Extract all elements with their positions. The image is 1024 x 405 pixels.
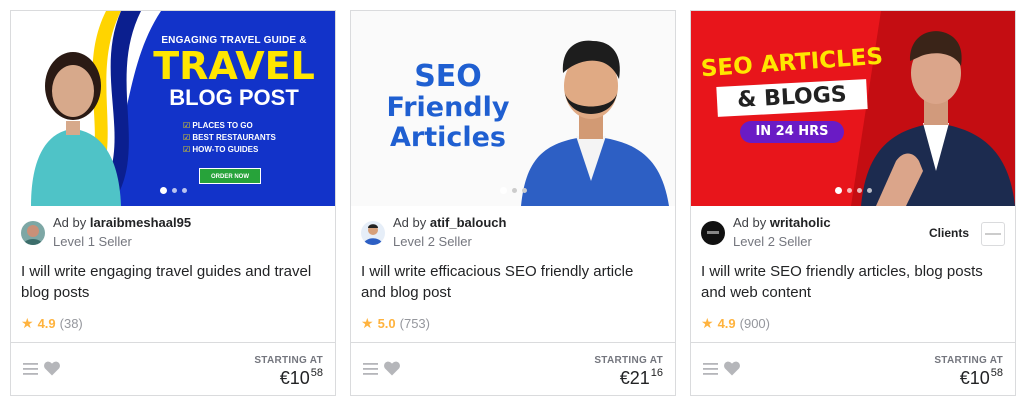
heart-icon[interactable] — [384, 361, 400, 376]
carousel-dots[interactable] — [11, 187, 335, 194]
banner-subheadline: & BLOGS — [736, 82, 848, 113]
banner-text: SEO ARTICLES & BLOGS IN 24 HRS — [697, 44, 887, 143]
banner-headline: SEO ARTICLES — [700, 43, 884, 83]
seller-level: Level 2 Seller — [393, 234, 472, 249]
ad-line: Ad by laraibmeshaal95 — [53, 215, 191, 230]
price-cents: 16 — [650, 367, 663, 379]
card-footer: STARTING AT €2116 — [351, 342, 675, 395]
card-footer: STARTING AT €1058 — [11, 342, 335, 395]
carousel-dot[interactable] — [866, 188, 872, 193]
banner-subheadline: Articles — [389, 122, 506, 153]
carousel-dots[interactable] — [691, 187, 1015, 194]
bullet-item: ☑ BEST RESTAURANTS — [183, 133, 276, 142]
price: €2116 — [619, 367, 663, 389]
seller-name[interactable]: atif_balouch — [430, 215, 507, 230]
list-icon[interactable] — [23, 363, 38, 375]
carousel-dot[interactable] — [499, 187, 507, 194]
banner-text: SEO Friendly Articles — [363, 61, 533, 153]
rating-score: 4.9 — [37, 316, 56, 331]
ad-label: Ad by — [393, 215, 427, 230]
review-count: (900) — [739, 316, 770, 331]
carousel-dot[interactable] — [834, 187, 842, 194]
price-main: €10 — [279, 368, 310, 388]
ad-line: Ad by atif_balouch — [393, 215, 506, 230]
carousel-dot[interactable] — [171, 188, 177, 193]
bullet-item: ☑ HOW-TO GUIDES — [183, 145, 259, 154]
banner-bullets: ☑ PLACES TO GO ☑ BEST RESTAURANTS ☑ HOW-… — [183, 120, 276, 156]
gig-title[interactable]: I will write efficacious SEO friendly ar… — [361, 261, 661, 303]
list-icon[interactable] — [363, 363, 378, 375]
price-main: €10 — [959, 368, 990, 388]
gig-image[interactable]: SEO ARTICLES & BLOGS IN 24 HRS — [691, 11, 1015, 206]
gig-image[interactable]: SEO Friendly Articles — [351, 11, 675, 206]
heart-icon[interactable] — [44, 361, 60, 376]
bullet-item: ☑ PLACES TO GO — [183, 121, 253, 130]
banner-headline: SEO — [414, 59, 482, 94]
list-icon[interactable] — [703, 363, 718, 375]
avatar[interactable] — [361, 221, 385, 245]
banner-subheadline: BLOG POST — [169, 85, 299, 110]
heart-icon[interactable] — [724, 361, 740, 376]
seller-name[interactable]: writaholic — [770, 215, 831, 230]
gig-card-articles[interactable]: SEO ARTICLES & BLOGS IN 24 HRS Ad by wri… — [690, 10, 1016, 396]
seller-name[interactable]: laraibmeshaal95 — [90, 215, 191, 230]
review-count: (38) — [59, 316, 83, 331]
card-footer: STARTING AT €1058 — [691, 342, 1015, 395]
price: €1058 — [279, 367, 323, 389]
price-main: €21 — [619, 368, 650, 388]
order-now-badge: ORDER NOW — [199, 168, 261, 184]
ad-label: Ad by — [53, 215, 87, 230]
star-icon: ★ — [361, 315, 374, 331]
rating-score: 4.9 — [717, 316, 736, 331]
carousel-dot[interactable] — [511, 188, 517, 193]
seller-info: Ad by laraibmeshaal95 Level 1 Seller — [21, 213, 327, 253]
banner-subheadline: Friendly — [386, 92, 510, 123]
avatar[interactable] — [701, 221, 725, 245]
review-count: (753) — [399, 316, 430, 331]
starting-at-label: STARTING AT — [934, 355, 1003, 366]
carousel-dot[interactable] — [181, 188, 187, 193]
banner-stroke: & BLOGS — [716, 79, 868, 117]
price: €1058 — [959, 367, 1003, 389]
gig-image[interactable]: ENGAGING TRAVEL GUIDE & TRAVEL BLOG POST… — [11, 11, 335, 206]
gig-card-travel[interactable]: ENGAGING TRAVEL GUIDE & TRAVEL BLOG POST… — [10, 10, 336, 396]
banner-headline: TRAVEL — [153, 44, 315, 88]
rating: ★ 4.9 (900) — [701, 315, 770, 332]
seller-info: Ad by writaholic Level 2 Seller Clients — [701, 213, 1007, 253]
gig-title[interactable]: I will write engaging travel guides and … — [21, 261, 321, 303]
ad-label: Ad by — [733, 215, 767, 230]
client-logo[interactable] — [981, 222, 1005, 246]
carousel-dot[interactable] — [856, 188, 862, 193]
seller-level: Level 2 Seller — [733, 234, 812, 249]
carousel-dots[interactable] — [351, 187, 675, 194]
price-cents: 58 — [310, 367, 323, 379]
carousel-dot[interactable] — [846, 188, 852, 193]
banner-pill: IN 24 HRS — [740, 121, 844, 143]
rating-score: 5.0 — [377, 316, 396, 331]
star-icon: ★ — [21, 315, 34, 331]
banner-text: ENGAGING TRAVEL GUIDE & TRAVEL BLOG POST — [139, 35, 329, 110]
starting-at-label: STARTING AT — [594, 355, 663, 366]
seller-level: Level 1 Seller — [53, 234, 132, 249]
starting-at-label: STARTING AT — [254, 355, 323, 366]
carousel-dot[interactable] — [159, 187, 167, 194]
clients-label: Clients — [928, 226, 969, 240]
rating: ★ 5.0 (753) — [361, 315, 430, 332]
rating: ★ 4.9 (38) — [21, 315, 83, 332]
ad-line: Ad by writaholic — [733, 215, 831, 230]
gig-card-seo[interactable]: SEO Friendly Articles Ad by atif_balouch… — [350, 10, 676, 396]
star-icon: ★ — [701, 315, 714, 331]
price-cents: 58 — [990, 367, 1003, 379]
avatar[interactable] — [21, 221, 45, 245]
carousel-dot[interactable] — [521, 188, 527, 193]
seller-info: Ad by atif_balouch Level 2 Seller — [361, 213, 667, 253]
gig-title[interactable]: I will write SEO friendly articles, blog… — [701, 261, 1001, 303]
